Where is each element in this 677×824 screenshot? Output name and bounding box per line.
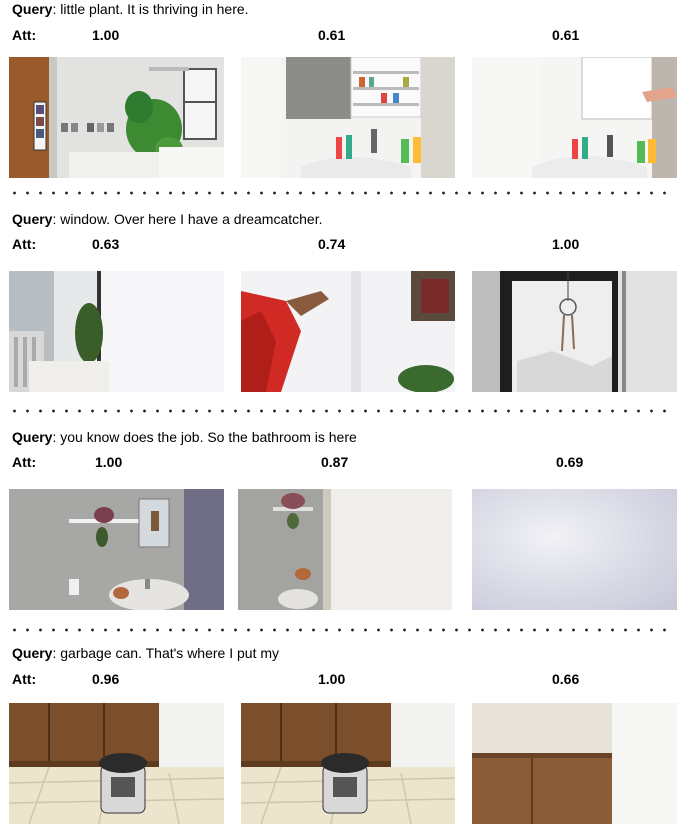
video-frame-1 [9,57,224,178]
att-value-3: 1.00 [552,236,580,252]
query-text: Query: little plant. It is thriving in h… [12,1,249,17]
query-label: Query [12,1,53,17]
window-plant-image [9,271,224,392]
bathroom-plant-image [9,57,224,178]
query-label: Query [12,429,53,445]
query-text: Query: you know does the job. So the bat… [12,429,357,445]
att-label: Att: [12,236,37,252]
row-separator [8,191,673,195]
video-frame-3 [472,489,677,610]
att-value-2: 1.00 [318,671,346,687]
medicine-cabinet-image [241,57,455,178]
att-value-3: 0.69 [556,454,584,470]
att-value-2: 0.61 [318,27,346,43]
query-label: Query [12,645,53,661]
blurred-counter-image [472,703,677,824]
video-frame-3 [472,57,677,178]
row-separator [8,628,673,632]
query-block-4: Query: garbage can. That's where I put m… [0,642,677,824]
bathroom-sink-image [9,489,224,610]
video-frame-1 [9,703,224,824]
video-frame-2 [241,271,455,392]
att-label: Att: [12,454,37,470]
att-value-3: 0.66 [552,671,580,687]
video-frame-2 [241,703,455,824]
video-frame-3 [472,271,677,392]
query-block-1: Query: little plant. It is thriving in h… [0,0,677,180]
row-separator [8,409,673,413]
query-block-3: Query: you know does the job. So the bat… [0,425,677,615]
query-sentence: little plant. It is thriving in here. [60,1,249,17]
att-label: Att: [12,671,37,687]
att-value-2: 0.87 [321,454,349,470]
kitchen-trash-can-image [241,703,455,824]
video-frame-2 [241,57,455,178]
dreamcatcher-image [472,271,677,392]
query-sentence: garbage can. That's where I put my [60,645,280,661]
att-value-1: 0.96 [92,671,120,687]
video-frame-1 [9,271,224,392]
video-frame-3 [472,703,677,824]
query-label: Query [12,211,53,227]
att-value-1: 1.00 [95,454,123,470]
query-text: Query: garbage can. That's where I put m… [12,645,280,661]
query-sentence: you know does the job. So the bathroom i… [60,429,357,445]
curtain-sink-image [472,57,677,178]
hand-curtain-image [241,271,455,392]
video-frame-2 [238,489,452,610]
att-value-3: 0.61 [552,27,580,43]
att-value-2: 0.74 [318,236,346,252]
query-text: Query: window. Over here I have a dreamc… [12,211,323,227]
blurred-wall-image [472,489,677,610]
query-block-2: Query: window. Over here I have a dreamc… [0,208,677,393]
att-value-1: 0.63 [92,236,120,252]
query-sentence: window. Over here I have a dreamcatcher. [60,211,323,227]
att-label: Att: [12,27,37,43]
kitchen-trash-can-image [9,703,224,824]
video-frame-1 [9,489,224,610]
att-value-1: 1.00 [92,27,120,43]
blurred-bathroom-image [238,489,452,610]
